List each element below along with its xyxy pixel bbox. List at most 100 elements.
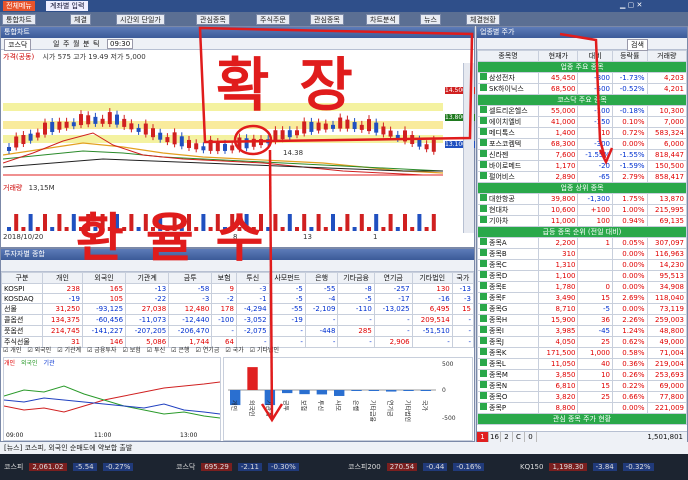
rank-row[interactable]: 종목C 1,310 0.00% 14,230 — [476, 259, 688, 271]
chart-side-toolbar[interactable] — [463, 63, 474, 233]
rank-stock-name[interactable]: 종목I — [476, 325, 540, 337]
rank-stock-name[interactable]: 종목D — [476, 270, 540, 282]
period-tab-week[interactable]: 주 — [63, 39, 69, 49]
investor-col-header[interactable]: 금투 — [168, 272, 213, 284]
investor-filter-check[interactable]: ☑ 외국인 — [27, 347, 51, 354]
investor-row[interactable]: 풋옵션 214,745 -141,227 -207,205 -206,470- -2,07… — [1, 325, 475, 337]
checkbox-icon[interactable]: ☑ — [225, 347, 232, 354]
tab-order[interactable]: 주식주문 — [256, 14, 290, 25]
rank-row[interactable]: 셀트리온헬스 55,000 -100 -0.18% 10,300 — [476, 105, 688, 117]
period-tab-month[interactable]: 월 — [73, 39, 79, 49]
tab-chart[interactable]: 통합차트 — [2, 14, 36, 25]
rank-row[interactable]: 종목N 6,810 15 0.22% 69,000 — [476, 380, 688, 392]
rank-row[interactable]: 종목O 3,820 25 0.66% 77,800 — [476, 391, 688, 403]
checkbox-icon[interactable]: ☑ — [122, 347, 129, 354]
investor-row[interactable]: 콜옵션 134,375 -60,456 -11,073 -12,440 -100 -3,05… — [1, 314, 475, 326]
period-tab-day[interactable]: 일 — [53, 39, 59, 49]
tab-news[interactable]: 뉴스 — [420, 14, 441, 25]
window-controls[interactable]: ▁ ▢ ✕ — [620, 1, 642, 9]
index-item[interactable]: 코스피200 270.54 -0.44 -0.16% — [348, 460, 514, 474]
rank-stock-name[interactable]: 종목G — [476, 303, 540, 315]
rank-row[interactable]: 종목L 11,050 40 0.36% 219,004 — [476, 358, 688, 370]
rank-row[interactable]: 현대차 10,600 +100 1.00% 215,995 — [476, 204, 688, 216]
rank-row[interactable]: 삼성전자 45,450 -800 -1.73% 4,203 — [476, 72, 688, 84]
rank-row[interactable]: 종목G 8,710 -5 0.00% 73,119 — [476, 303, 688, 315]
investor-filter-check[interactable]: ☑ 국가 — [225, 347, 243, 354]
rank-stock-name[interactable]: 종목J — [476, 336, 540, 348]
investor-filter-check[interactable]: ☑ 은행 — [171, 347, 189, 354]
rank-row[interactable]: 메디톡스 1,400 10 0.72% 583,324 — [476, 127, 688, 139]
investor-col-header[interactable]: 개인 — [41, 272, 84, 284]
rank-stock-name[interactable]: 현대차 — [476, 204, 540, 216]
investor-filter-check[interactable]: ☑ 연기금 — [195, 347, 219, 354]
investor-filter-check[interactable]: ☑ 기타법인 — [250, 347, 279, 354]
rank-col-header[interactable]: 등락률 — [612, 50, 648, 62]
checkbox-icon[interactable]: ☑ — [27, 347, 34, 354]
investor-col-header[interactable]: 투신 — [235, 272, 270, 284]
index-item[interactable]: 코스닥 695.29 -2.11 -0.30% — [176, 460, 342, 474]
investor-col-header[interactable]: 구분 — [1, 272, 43, 284]
rank-stock-name[interactable]: SK하이닉스 — [476, 83, 540, 95]
rank-row[interactable]: 대한항공 39,800 -1,300 1.75% 13,870 — [476, 193, 688, 205]
rank-stock-name[interactable]: 종목E — [476, 281, 540, 293]
investor-col-header[interactable]: 보험 — [211, 272, 237, 284]
account-select[interactable]: 계좌별 입력 — [46, 1, 89, 11]
rank-stock-name[interactable]: 종목M — [476, 369, 540, 381]
rank-stock-name[interactable]: 종목H — [476, 314, 540, 326]
rank-stock-name[interactable]: 펄어비스 — [476, 171, 540, 183]
rank-stock-name[interactable]: 신라젠 — [476, 149, 540, 161]
rank-col-header[interactable]: 현재가 — [538, 50, 579, 62]
investor-col-header[interactable]: 외국인 — [81, 272, 127, 284]
rank-row[interactable]: 바이로메드 1,170 -20 -1.59% 150,500 — [476, 160, 688, 172]
menu-button[interactable]: 전체메뉴 — [3, 1, 35, 11]
investor-filter-check[interactable]: ☑ 보험 — [122, 347, 140, 354]
time-input[interactable]: 09:30 — [107, 39, 134, 49]
rank-stock-name[interactable]: 바이로메드 — [476, 160, 540, 172]
rank-stock-name[interactable]: 종목K — [476, 347, 540, 359]
rank-row[interactable]: 종목D 1,100 0.00% 95,513 — [476, 270, 688, 282]
tab-after-hours[interactable]: 시간외 단일가 — [116, 14, 165, 25]
investor-filter-check[interactable]: ☑ 금융투자 — [87, 347, 116, 354]
rank-row[interactable]: 종목P 8,800 0.00% 221,009 — [476, 402, 688, 414]
rank-stock-name[interactable]: 종목A — [476, 237, 540, 249]
investor-col-header[interactable]: 기관계 — [125, 272, 170, 284]
rank-stock-name[interactable]: 종목N — [476, 380, 540, 392]
investor-col-header[interactable]: 사모펀드 — [268, 272, 306, 284]
rank-row[interactable]: 종목A 2,200 1 0.05% 307,097 — [476, 237, 688, 249]
tab-watchlist-2[interactable]: 관심종목 — [310, 14, 344, 25]
rank-search-button[interactable]: 검색 — [627, 39, 648, 51]
period-tab-tick[interactable]: 틱 — [93, 39, 99, 49]
rank-row[interactable]: 종목B 310 0.00% 116,963 — [476, 248, 688, 260]
rank-stock-name[interactable]: 종목B — [476, 248, 540, 260]
rank-stock-name[interactable]: 종목L — [476, 358, 540, 370]
checkbox-icon[interactable]: ☑ — [57, 347, 64, 354]
rank-stock-name[interactable]: 대한항공 — [476, 193, 540, 205]
investor-line-chart[interactable] — [3, 366, 221, 430]
tab-watchlist[interactable]: 관심종목 — [196, 14, 230, 25]
tab-status[interactable]: 체결현황 — [466, 14, 500, 25]
investor-col-header[interactable]: 은행 — [304, 272, 339, 284]
investor-bar-chart[interactable]: 개인 외국인 기관계 금투 보험 투신 사모 은행 기타금융 연기금 기타법인 국가 500 0 -500 — [224, 358, 472, 440]
rank-stock-name[interactable]: 종목C — [476, 259, 540, 271]
rank-row[interactable]: 종목F 3,490 15 2.69% 118,040 — [476, 292, 688, 304]
rank-row[interactable]: 신라젠 7,600 -1.55% -1.55% 818,447 — [476, 149, 688, 161]
rank-row[interactable]: 종목M 3,850 10 0.26% 253,693 — [476, 369, 688, 381]
investor-row[interactable]: 선물 31,250 -93,125 27,038 12,480 178 -4,294 -55-… — [1, 303, 475, 315]
rank-stock-name[interactable]: 셀트리온헬스 — [476, 105, 540, 117]
rank-row[interactable]: 펄어비스 2,890 -65 2.79% 858,417 — [476, 171, 688, 183]
stock-input[interactable]: 코스닥 — [4, 39, 32, 51]
rank-stock-name[interactable]: 종목P — [476, 402, 540, 414]
investor-filter-check[interactable]: ☑ 개인 — [3, 347, 21, 354]
investor-filter-check[interactable]: ☑ 투신 — [147, 347, 165, 354]
rank-row[interactable]: 포스코켐텍 68,300 -300 0.00% 6,000 — [476, 138, 688, 150]
rank-row[interactable]: 종목I 3,985 -45 1.24% 48,800 — [476, 325, 688, 337]
rank-row[interactable]: 에이치엘비 41,000 -150 0.10% 7,000 — [476, 116, 688, 128]
rank-stock-name[interactable]: 종목O — [476, 391, 540, 403]
rank-stock-name[interactable]: 포스코켐텍 — [476, 138, 540, 150]
investor-row[interactable]: KOSPI 238 165 -13 -58 9 -3 -5 -55 -8 -257 130 -13 — [1, 283, 475, 294]
index-item[interactable]: 코스피 2,061.02 -5.54 -0.27% — [4, 460, 170, 474]
rank-stock-name[interactable]: 기아차 — [476, 215, 540, 227]
checkbox-icon[interactable]: ☑ — [195, 347, 202, 354]
investor-col-header[interactable]: 연기금 — [373, 272, 413, 284]
tab-analysis[interactable]: 차트분석 — [366, 14, 400, 25]
